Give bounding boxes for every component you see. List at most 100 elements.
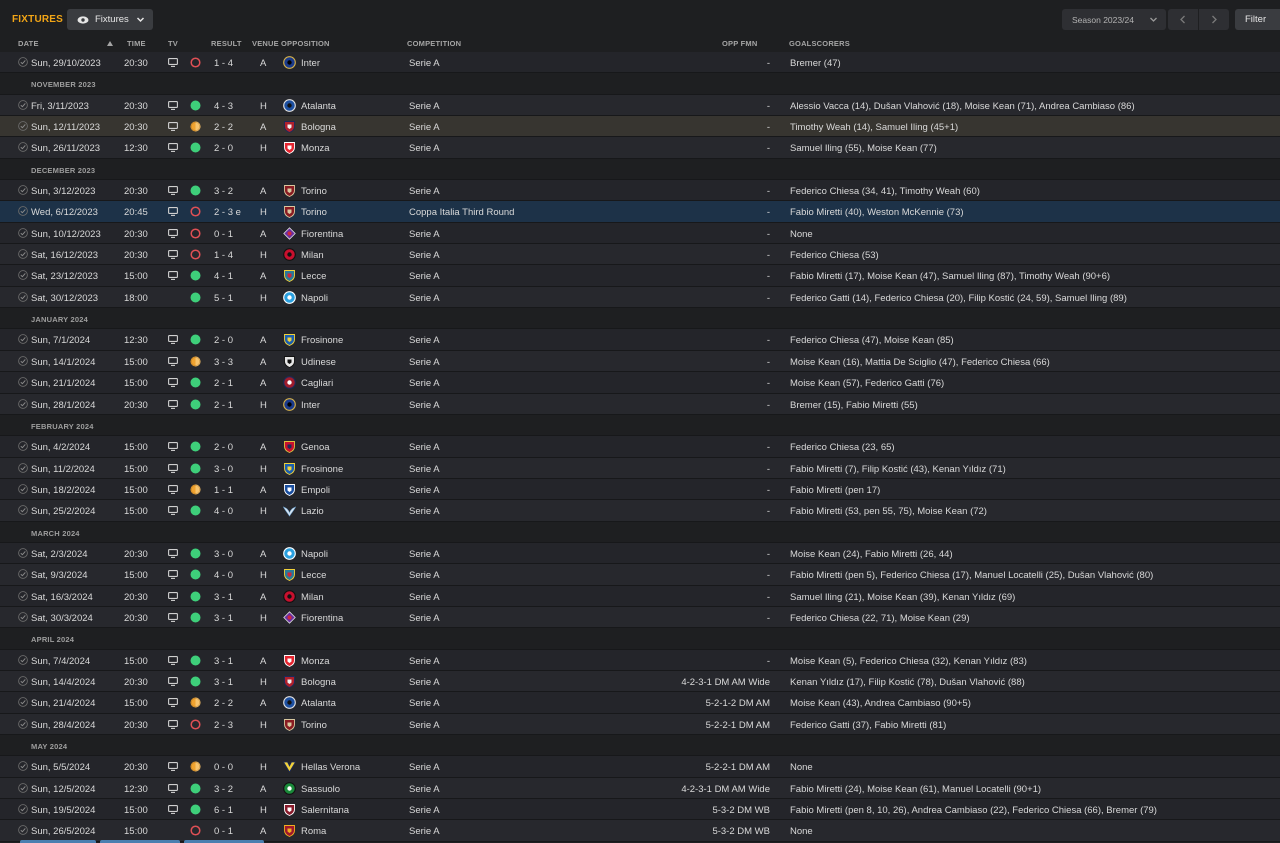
fixture-score[interactable]: 2 - 0 [214, 143, 233, 154]
fixture-score[interactable]: 2 - 3 [214, 720, 233, 731]
fixture-row[interactable]: Sun, 19/5/2024 15:00 6 - 1 H Salernitana… [0, 799, 1280, 821]
column-header-competition[interactable]: COMPETITION [407, 39, 461, 48]
fixture-score[interactable]: 3 - 2 [214, 784, 233, 795]
fixture-row[interactable]: Sun, 5/5/2024 20:30 0 - 0 H Hellas Veron… [0, 756, 1280, 778]
competition-name[interactable]: Serie A [409, 698, 440, 709]
fixture-row[interactable]: Sun, 26/5/2024 15:00 0 - 1 A Roma Serie … [0, 820, 1280, 842]
fixture-row[interactable]: Sun, 21/4/2024 15:00 2 - 2 A Atalanta Se… [0, 692, 1280, 714]
competition-name[interactable]: Serie A [409, 250, 440, 261]
fixture-row[interactable]: Sun, 10/12/2023 20:30 0 - 1 A Fiorentina… [0, 222, 1280, 245]
opposition-name[interactable]: Bologna [301, 122, 336, 133]
fixture-row[interactable]: Fri, 3/11/2023 20:30 4 - 3 H Atalanta Se… [0, 94, 1280, 117]
competition-name[interactable]: Serie A [409, 400, 440, 411]
column-header-opposition[interactable]: OPPOSITION [281, 39, 330, 48]
fixture-row[interactable]: Sun, 21/1/2024 15:00 2 - 1 A Cagliari Se… [0, 372, 1280, 394]
competition-name[interactable]: Serie A [409, 762, 440, 773]
opposition-name[interactable]: Lecce [301, 271, 326, 282]
fixture-score[interactable]: 1 - 4 [214, 250, 233, 261]
competition-name[interactable]: Serie A [409, 335, 440, 346]
fixture-row[interactable]: Sun, 3/12/2023 20:30 3 - 2 A Torino Seri… [0, 180, 1280, 202]
fixture-score[interactable]: 2 - 2 [214, 698, 233, 709]
fixture-score[interactable]: 5 - 1 [214, 293, 233, 304]
opposition-name[interactable]: Napoli [301, 549, 328, 560]
fixture-score[interactable]: 2 - 0 [214, 335, 233, 346]
competition-name[interactable]: Serie A [409, 464, 440, 475]
fixture-score[interactable]: 3 - 1 [214, 677, 233, 688]
previous-season-button[interactable] [1168, 9, 1198, 30]
fixture-score[interactable]: 6 - 1 [214, 805, 233, 816]
fixture-score[interactable]: 2 - 2 [214, 122, 233, 133]
competition-name[interactable]: Serie A [409, 677, 440, 688]
opposition-name[interactable]: Torino [301, 186, 327, 197]
fixture-row[interactable]: Sun, 14/1/2024 15:00 3 - 3 A Udinese Ser… [0, 350, 1280, 373]
competition-name[interactable]: Serie A [409, 826, 440, 837]
fixture-score[interactable]: 3 - 1 [214, 656, 233, 667]
competition-name[interactable]: Serie A [409, 186, 440, 197]
opposition-name[interactable]: Torino [301, 720, 327, 731]
competition-name[interactable]: Serie A [409, 485, 440, 496]
fixture-score[interactable]: 4 - 3 [214, 101, 233, 112]
competition-name[interactable]: Serie A [409, 101, 440, 112]
opposition-name[interactable]: Frosinone [301, 335, 343, 346]
view-dropdown[interactable]: Fixtures [67, 9, 153, 30]
fixture-row[interactable]: Sun, 29/10/2023 20:30 1 - 4 A Inter Seri… [0, 52, 1280, 74]
fixture-row[interactable]: Sun, 14/4/2024 20:30 3 - 1 H Bologna Ser… [0, 670, 1280, 693]
opposition-name[interactable]: Fiorentina [301, 613, 343, 624]
fixture-row[interactable]: Sat, 16/12/2023 20:30 1 - 4 H Milan Seri… [0, 244, 1280, 266]
fixture-row[interactable]: Sun, 12/5/2024 12:30 3 - 2 A Sassuolo Se… [0, 777, 1280, 800]
fixture-score[interactable]: 0 - 1 [214, 229, 233, 240]
fixture-score[interactable]: 2 - 3 e [214, 207, 241, 218]
opposition-name[interactable]: Frosinone [301, 464, 343, 475]
competition-name[interactable]: Serie A [409, 357, 440, 368]
opposition-name[interactable]: Hellas Verona [301, 762, 360, 773]
fixture-score[interactable]: 2 - 0 [214, 442, 233, 453]
filter-button[interactable]: Filter [1235, 9, 1280, 30]
fixture-row[interactable]: Sat, 9/3/2024 15:00 4 - 0 H Lecce Serie … [0, 564, 1280, 586]
fixture-score[interactable]: 4 - 0 [214, 506, 233, 517]
fixture-row[interactable]: Sun, 28/4/2024 20:30 2 - 3 H Torino Seri… [0, 713, 1280, 735]
competition-name[interactable]: Serie A [409, 784, 440, 795]
opposition-name[interactable]: Atalanta [301, 101, 336, 112]
fixture-score[interactable]: 2 - 1 [214, 400, 233, 411]
opposition-name[interactable]: Napoli [301, 293, 328, 304]
fixture-score[interactable]: 3 - 2 [214, 186, 233, 197]
fixture-score[interactable]: 0 - 1 [214, 826, 233, 837]
opposition-name[interactable]: Monza [301, 656, 330, 667]
competition-name[interactable]: Serie A [409, 613, 440, 624]
fixture-row[interactable]: Sun, 4/2/2024 15:00 2 - 0 A Genoa Serie … [0, 436, 1280, 458]
fixture-score[interactable]: 0 - 0 [214, 762, 233, 773]
opposition-name[interactable]: Inter [301, 400, 320, 411]
opposition-name[interactable]: Genoa [301, 442, 330, 453]
fixture-row[interactable]: Sun, 7/1/2024 12:30 2 - 0 A Frosinone Se… [0, 329, 1280, 351]
column-header-venue[interactable]: VENUE [252, 39, 279, 48]
fixture-score[interactable]: 3 - 3 [214, 357, 233, 368]
fixture-score[interactable]: 3 - 1 [214, 592, 233, 603]
opposition-name[interactable]: Torino [301, 207, 327, 218]
fixture-row[interactable]: Sun, 12/11/2023 20:30 2 - 2 A Bologna Se… [0, 116, 1280, 138]
next-season-button[interactable] [1199, 9, 1229, 30]
competition-name[interactable]: Serie A [409, 570, 440, 581]
fixture-row[interactable]: Sun, 11/2/2024 15:00 3 - 0 H Frosinone S… [0, 457, 1280, 479]
fixture-score[interactable]: 3 - 1 [214, 613, 233, 624]
fixture-score[interactable]: 1 - 1 [214, 485, 233, 496]
opposition-name[interactable]: Monza [301, 143, 330, 154]
fixture-score[interactable]: 1 - 4 [214, 58, 233, 69]
competition-name[interactable]: Serie A [409, 143, 440, 154]
fixture-row[interactable]: Sun, 26/11/2023 12:30 2 - 0 H Monza Seri… [0, 137, 1280, 159]
column-header-result[interactable]: RESULT [211, 39, 242, 48]
opposition-name[interactable]: Salernitana [301, 805, 349, 816]
competition-name[interactable]: Serie A [409, 378, 440, 389]
competition-name[interactable]: Serie A [409, 656, 440, 667]
fixture-score[interactable]: 4 - 0 [214, 570, 233, 581]
fixture-score[interactable]: 4 - 1 [214, 271, 233, 282]
fixture-row[interactable]: Sun, 18/2/2024 15:00 1 - 1 A Empoli Seri… [0, 478, 1280, 501]
opposition-name[interactable]: Lazio [301, 506, 324, 517]
column-header-opp-fmn[interactable]: OPP FMN [722, 39, 757, 48]
opposition-name[interactable]: Lecce [301, 570, 326, 581]
column-header-time[interactable]: TIME [127, 39, 146, 48]
opposition-name[interactable]: Roma [301, 826, 326, 837]
competition-name[interactable]: Serie A [409, 58, 440, 69]
fixture-score[interactable]: 3 - 0 [214, 464, 233, 475]
fixture-score[interactable]: 2 - 1 [214, 378, 233, 389]
opposition-name[interactable]: Empoli [301, 485, 330, 496]
